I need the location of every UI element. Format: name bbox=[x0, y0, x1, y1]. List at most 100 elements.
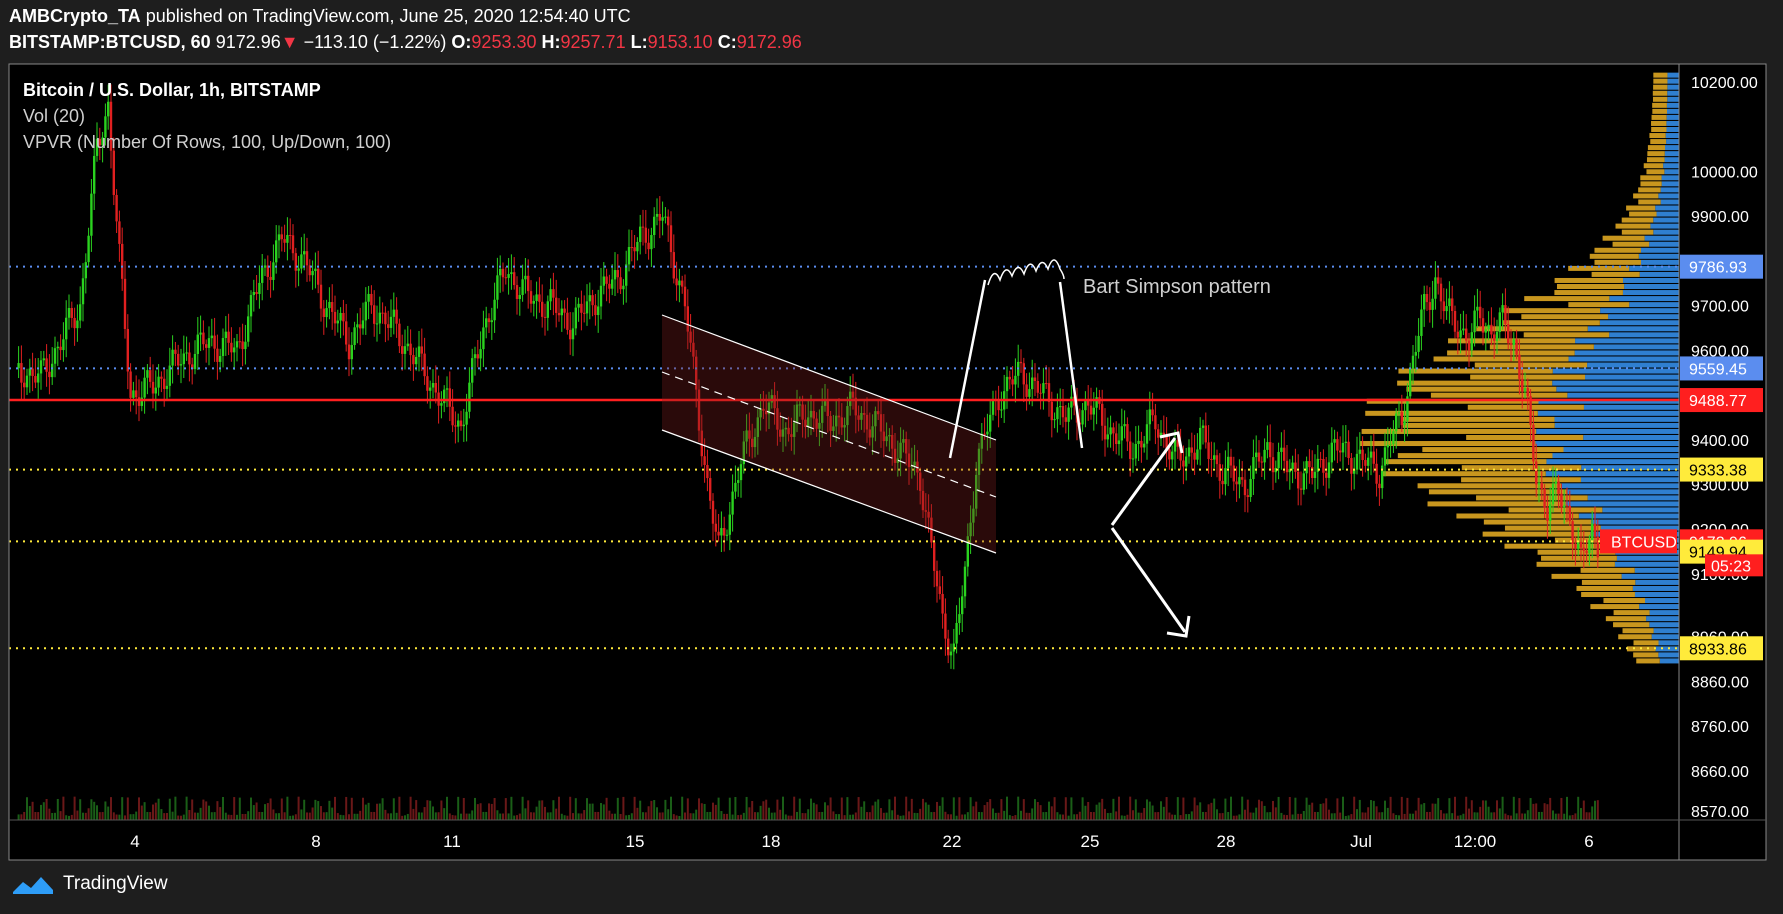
volume-bar bbox=[110, 797, 112, 820]
vpvr-up-bar bbox=[1566, 489, 1679, 495]
vpvr-up-bar bbox=[1640, 247, 1679, 253]
candle-body bbox=[583, 312, 586, 314]
volume-bar bbox=[350, 797, 353, 820]
volume-bar bbox=[1423, 803, 1426, 820]
candle-body bbox=[401, 346, 404, 354]
vpvr-down-bar bbox=[1482, 531, 1591, 537]
vpvr-down-bar bbox=[1638, 199, 1661, 205]
volume-bar bbox=[692, 813, 695, 820]
brand-name[interactable]: TradingView bbox=[63, 873, 168, 895]
vpvr-up-bar bbox=[1666, 102, 1679, 108]
volume-bar bbox=[868, 812, 871, 820]
volume-bar bbox=[832, 811, 835, 820]
volume-bar bbox=[1563, 813, 1566, 820]
candle-body bbox=[1448, 298, 1451, 307]
vpvr-up-bar bbox=[1667, 72, 1679, 78]
vpvr-up-bar bbox=[1616, 555, 1679, 561]
candle-body bbox=[723, 528, 726, 536]
tradingview-logo-icon[interactable] bbox=[11, 872, 55, 896]
volume-bar bbox=[980, 812, 983, 820]
candle-body bbox=[1333, 439, 1336, 443]
volume-bar bbox=[166, 812, 168, 820]
volume-bar bbox=[544, 806, 546, 820]
volume-bar bbox=[1568, 815, 1571, 820]
candle-body bbox=[1031, 377, 1034, 390]
volume-bar bbox=[401, 815, 404, 820]
volume-bar bbox=[1006, 796, 1008, 820]
candle-body bbox=[406, 343, 409, 347]
volume-bar bbox=[1507, 815, 1510, 820]
vpvr-down-bar bbox=[1605, 616, 1647, 622]
vpvr-up-bar bbox=[1659, 658, 1679, 664]
vpvr-up-bar bbox=[1667, 96, 1679, 102]
vpvr-down-bar bbox=[1636, 658, 1660, 664]
candle-body bbox=[664, 216, 667, 218]
candle-body bbox=[541, 301, 544, 317]
candle-body bbox=[93, 155, 96, 194]
candle-body bbox=[269, 276, 272, 280]
volume-bar bbox=[922, 798, 924, 820]
volume-bar bbox=[1039, 805, 1042, 820]
volume-bar bbox=[48, 808, 51, 820]
volume-bar bbox=[863, 801, 866, 820]
volume-bar bbox=[1190, 811, 1193, 820]
volume-bar bbox=[37, 812, 40, 820]
vpvr-down-bar bbox=[1382, 471, 1546, 477]
candle-body bbox=[706, 464, 709, 479]
candle-body bbox=[294, 253, 297, 271]
volume-bar bbox=[345, 796, 348, 820]
candle-body bbox=[650, 235, 653, 250]
vpvr-up-bar bbox=[1535, 441, 1679, 447]
candle-body bbox=[199, 332, 202, 335]
candle-body bbox=[115, 194, 118, 222]
vpvr-down-bar bbox=[1504, 543, 1601, 549]
price-chart[interactable]: 10200.0010000.009900.009800.009700.00960… bbox=[0, 0, 1783, 914]
vpvr-up-bar bbox=[1664, 169, 1679, 175]
vpvr-up-bar bbox=[1581, 465, 1679, 471]
candle-body bbox=[233, 347, 236, 353]
volume-bar bbox=[1137, 812, 1140, 820]
volume-bar bbox=[896, 814, 899, 820]
volume-bar bbox=[286, 796, 289, 820]
candle-body bbox=[1059, 406, 1062, 408]
volume-bar bbox=[1378, 812, 1381, 820]
candle-body bbox=[151, 381, 155, 394]
volume-bar bbox=[1479, 806, 1482, 820]
x-tick-label: 8 bbox=[311, 832, 320, 851]
volume-bar bbox=[1454, 796, 1456, 820]
volume-bar bbox=[698, 798, 700, 820]
candle-body bbox=[62, 339, 65, 351]
volume-bar bbox=[462, 797, 465, 820]
candle-body bbox=[277, 234, 281, 241]
vpvr-up-bar bbox=[1554, 422, 1679, 428]
volume-bar bbox=[563, 815, 566, 820]
volume-bar bbox=[339, 814, 342, 820]
volume-bar bbox=[280, 798, 283, 820]
vpvr-up-bar bbox=[1600, 308, 1679, 314]
candle-body bbox=[445, 388, 449, 390]
candle-body bbox=[70, 308, 73, 318]
candle-body bbox=[641, 226, 645, 228]
volume-bar bbox=[1347, 815, 1350, 820]
vpvr-up-bar bbox=[1667, 90, 1679, 96]
volume-bar bbox=[168, 798, 171, 820]
volume-bar bbox=[1050, 806, 1053, 820]
volume-bar bbox=[1246, 799, 1249, 820]
volume-bar bbox=[846, 797, 849, 820]
volume-bar bbox=[1493, 812, 1496, 820]
candle-body bbox=[207, 338, 211, 348]
vpvr-down-bar bbox=[1422, 447, 1564, 453]
candle-body bbox=[1221, 480, 1224, 485]
volume-bar bbox=[101, 812, 104, 820]
volume-bar bbox=[334, 796, 336, 820]
candle-body bbox=[1095, 397, 1098, 408]
volume-bar bbox=[269, 798, 272, 820]
volume-bar bbox=[891, 810, 894, 820]
volume-bar bbox=[706, 811, 709, 820]
candle-body bbox=[658, 213, 661, 221]
volume-bar bbox=[1048, 801, 1050, 820]
candle-body bbox=[420, 346, 423, 354]
volume-bar bbox=[776, 799, 779, 820]
candle-body bbox=[1392, 431, 1395, 445]
candle-body bbox=[529, 291, 533, 304]
